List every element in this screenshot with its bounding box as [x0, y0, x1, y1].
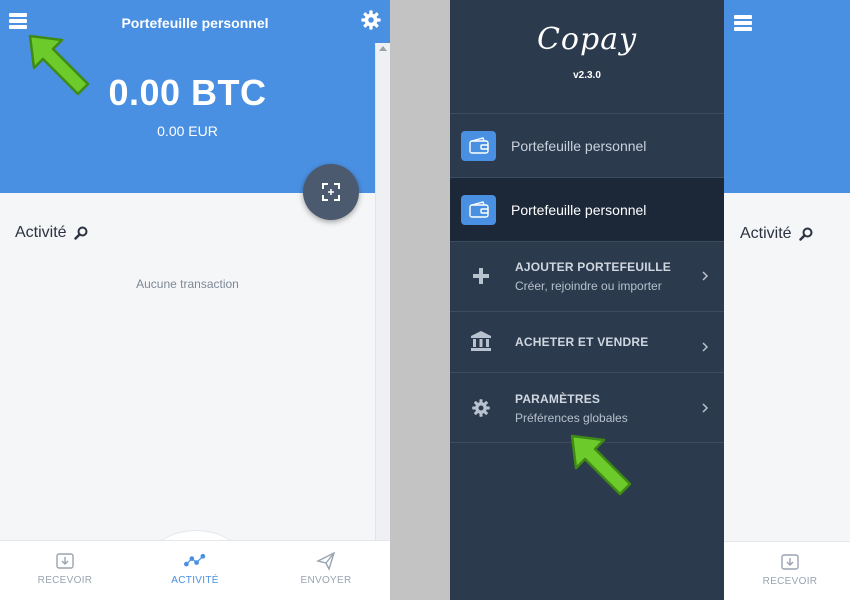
- menu-button[interactable]: [734, 15, 752, 31]
- menu-wallet-label: Portefeuille personnel: [511, 202, 647, 218]
- gear-icon: [361, 10, 381, 30]
- scan-icon: [322, 183, 340, 201]
- menu-wallet-label: Portefeuille personnel: [511, 138, 647, 154]
- search-button[interactable]: [73, 226, 90, 242]
- tab-send-label: ENVOYER: [300, 575, 352, 586]
- hamburger-icon: [734, 15, 752, 31]
- menu-buy-sell-title: ACHETER ET VENDRE: [515, 335, 649, 349]
- scroll-up-icon[interactable]: [379, 46, 387, 51]
- wallet-icon: [461, 195, 496, 225]
- tab-bar: RECEVOIR ACTIVITÉ ENVOYER: [0, 540, 390, 600]
- empty-transactions-message: Aucune transaction: [136, 277, 239, 291]
- gear-icon: [469, 396, 493, 420]
- tab-receive[interactable]: RECEVOIR: [0, 541, 130, 600]
- send-icon: [315, 551, 336, 571]
- chevron-right-icon: [702, 342, 709, 352]
- tab-activity-label: ACTIVITÉ: [171, 575, 219, 586]
- menu-wallet-item-selected[interactable]: Portefeuille personnel: [450, 177, 724, 241]
- receive-icon: [56, 553, 74, 569]
- settings-button[interactable]: [360, 9, 382, 31]
- menu-settings-title: PARAMÈTRES: [515, 392, 601, 406]
- tab-send[interactable]: ENVOYER: [261, 541, 390, 600]
- search-icon: [798, 227, 813, 241]
- app-logo: Copay: [536, 22, 638, 57]
- chevron-right-icon: [702, 403, 709, 413]
- side-menu: Copay v2.3.0 Portefeuille personnel Port…: [450, 0, 724, 600]
- menu-add-wallet-subtitle: Créer, rejoindre ou importer: [515, 279, 662, 293]
- balance-alternative: 0.00 EUR: [157, 123, 218, 139]
- bank-icon: [469, 329, 493, 353]
- scrollbar[interactable]: [375, 43, 390, 540]
- menu-wallet-item[interactable]: Portefeuille personnel: [450, 113, 724, 177]
- activity-icon: [184, 553, 206, 567]
- receive-icon: [781, 554, 799, 570]
- activity-header: Activité: [15, 224, 90, 242]
- tab-bar: RECEVOIR: [724, 541, 850, 600]
- tab-receive-label: RECEVOIR: [762, 576, 818, 587]
- menu-add-wallet-title: AJOUTER PORTEFEUILLE: [515, 260, 672, 274]
- wallet-icon: [461, 131, 496, 161]
- activity-header: Activité: [740, 225, 815, 243]
- scan-button[interactable]: [303, 164, 359, 220]
- activity-label: Activité: [740, 225, 792, 242]
- menu-buy-sell[interactable]: ACHETER ET VENDRE: [450, 311, 724, 372]
- wallet-title: Portefeuille personnel: [121, 15, 269, 31]
- annotation-arrow-icon: [570, 434, 632, 496]
- activity-label: Activité: [15, 224, 67, 241]
- search-icon: [73, 226, 88, 240]
- plus-icon: [469, 264, 493, 288]
- chevron-right-icon: [702, 271, 709, 281]
- search-button[interactable]: [798, 227, 815, 243]
- app-version: v2.3.0: [573, 70, 601, 81]
- menu-add-wallet[interactable]: AJOUTER PORTEFEUILLE Créer, rejoindre ou…: [450, 241, 724, 311]
- tab-receive[interactable]: RECEVOIR: [724, 542, 850, 600]
- annotation-arrow-icon: [28, 34, 90, 96]
- tab-receive-label: RECEVOIR: [37, 575, 93, 586]
- menu-settings-subtitle: Préférences globales: [515, 411, 628, 425]
- wallet-screen-partial: Activité RECEVOIR: [724, 0, 850, 600]
- tab-activity[interactable]: ACTIVITÉ: [130, 541, 260, 600]
